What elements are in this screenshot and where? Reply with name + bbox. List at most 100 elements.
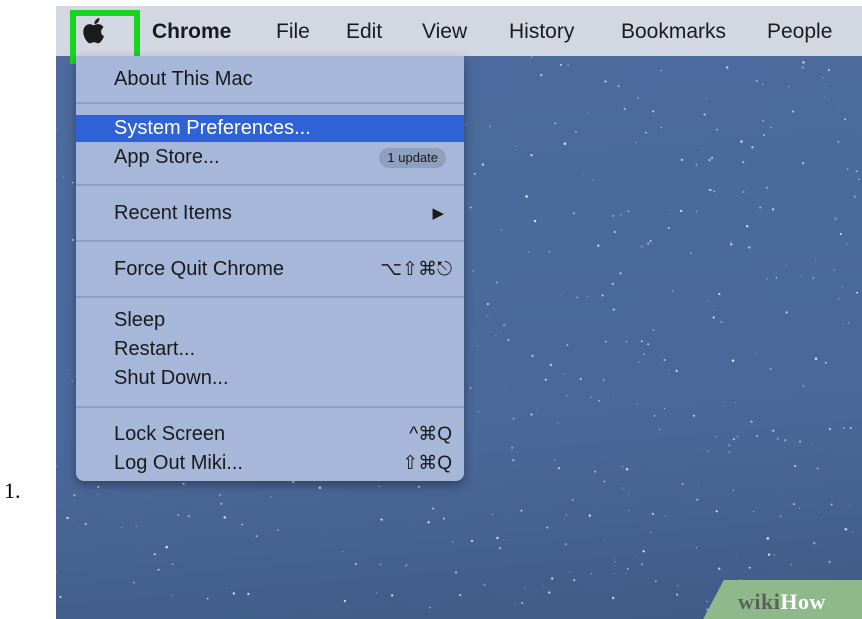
star (712, 316, 715, 319)
star (455, 571, 457, 574)
star (846, 243, 848, 245)
star (643, 547, 645, 549)
star (232, 592, 235, 595)
star (844, 528, 848, 531)
star (590, 396, 592, 398)
star (792, 503, 795, 506)
star (557, 422, 559, 424)
menu-edit[interactable]: Edit (346, 6, 382, 56)
star (495, 281, 498, 284)
star (746, 225, 749, 228)
star (847, 322, 850, 324)
star (669, 209, 670, 211)
star (680, 158, 684, 162)
star (551, 577, 554, 580)
star (56, 129, 58, 131)
star (636, 403, 638, 406)
star (470, 539, 474, 543)
menu-item-restart[interactable]: Restart... (76, 336, 464, 363)
star (734, 402, 736, 404)
star (847, 168, 849, 170)
wikihow-watermark: wikiHow (700, 580, 862, 619)
star (405, 564, 408, 567)
star (613, 230, 616, 234)
submenu-arrow-icon: ▶ (432, 205, 444, 222)
star (676, 584, 679, 587)
star (597, 244, 600, 247)
star (375, 592, 378, 594)
star (680, 209, 683, 213)
star (503, 539, 505, 541)
menu-item-label: Recent Items (114, 202, 232, 224)
star (785, 311, 788, 314)
star (740, 140, 743, 143)
star (625, 468, 629, 471)
star (525, 195, 528, 198)
menu-item-log-out[interactable]: Log Out Miki... ⇧⌘Q (76, 450, 464, 477)
star (715, 436, 717, 438)
star (812, 277, 815, 280)
star (292, 481, 295, 484)
star (708, 158, 711, 162)
star (775, 277, 778, 279)
menu-item-label: Shut Down... (114, 367, 229, 389)
menu-file[interactable]: File (276, 6, 310, 56)
star (696, 546, 697, 548)
star (783, 438, 787, 442)
star (96, 494, 98, 496)
star (78, 526, 80, 528)
star (647, 242, 650, 245)
menu-view[interactable]: View (422, 6, 467, 56)
menu-history[interactable]: History (509, 6, 574, 56)
star (498, 547, 502, 550)
menu-chrome[interactable]: Chrome (152, 6, 231, 56)
star (521, 602, 524, 604)
menu-item-sleep[interactable]: Sleep (76, 307, 464, 334)
star (465, 123, 467, 125)
star (827, 69, 830, 72)
star (71, 380, 74, 382)
star (638, 361, 640, 363)
star (593, 470, 597, 473)
star (696, 498, 699, 501)
menu-item-lock-screen[interactable]: Lock Screen ^⌘Q (76, 421, 464, 448)
star (71, 238, 74, 241)
star (380, 518, 383, 521)
star (602, 379, 606, 382)
star (802, 61, 805, 64)
star (613, 398, 615, 400)
star (486, 315, 489, 318)
star (206, 597, 209, 600)
star (62, 176, 64, 178)
star (528, 251, 530, 253)
star (802, 384, 805, 388)
star (477, 344, 479, 347)
menu-item-recent-items[interactable]: Recent Items ▶ (76, 200, 464, 227)
star (777, 438, 779, 440)
star (728, 444, 731, 447)
menu-item-force-quit[interactable]: Force Quit Chrome ⌥⇧⌘⎋ (76, 256, 464, 283)
star (842, 323, 844, 326)
menu-item-about-this-mac[interactable]: About This Mac (76, 66, 464, 93)
star (459, 593, 462, 597)
menu-item-system-preferences[interactable]: System Preferences... (76, 115, 464, 142)
star (277, 529, 280, 531)
star (705, 97, 708, 99)
star (642, 550, 645, 553)
star (837, 105, 839, 107)
star (451, 540, 454, 543)
star (762, 120, 764, 122)
star (501, 229, 503, 231)
menu-bookmarks[interactable]: Bookmarks (621, 6, 726, 56)
menu-item-shut-down[interactable]: Shut Down... (76, 365, 464, 392)
star (617, 85, 620, 88)
menu-item-app-store[interactable]: App Store... 1 update (76, 144, 464, 171)
star (56, 347, 57, 349)
star (787, 85, 790, 88)
star (660, 127, 663, 129)
star (718, 292, 721, 296)
wikihow-wiki: wiki (738, 589, 781, 614)
menu-people[interactable]: People (767, 6, 832, 56)
star (649, 240, 652, 243)
menu-item-label: Log Out Miki... (114, 452, 243, 474)
